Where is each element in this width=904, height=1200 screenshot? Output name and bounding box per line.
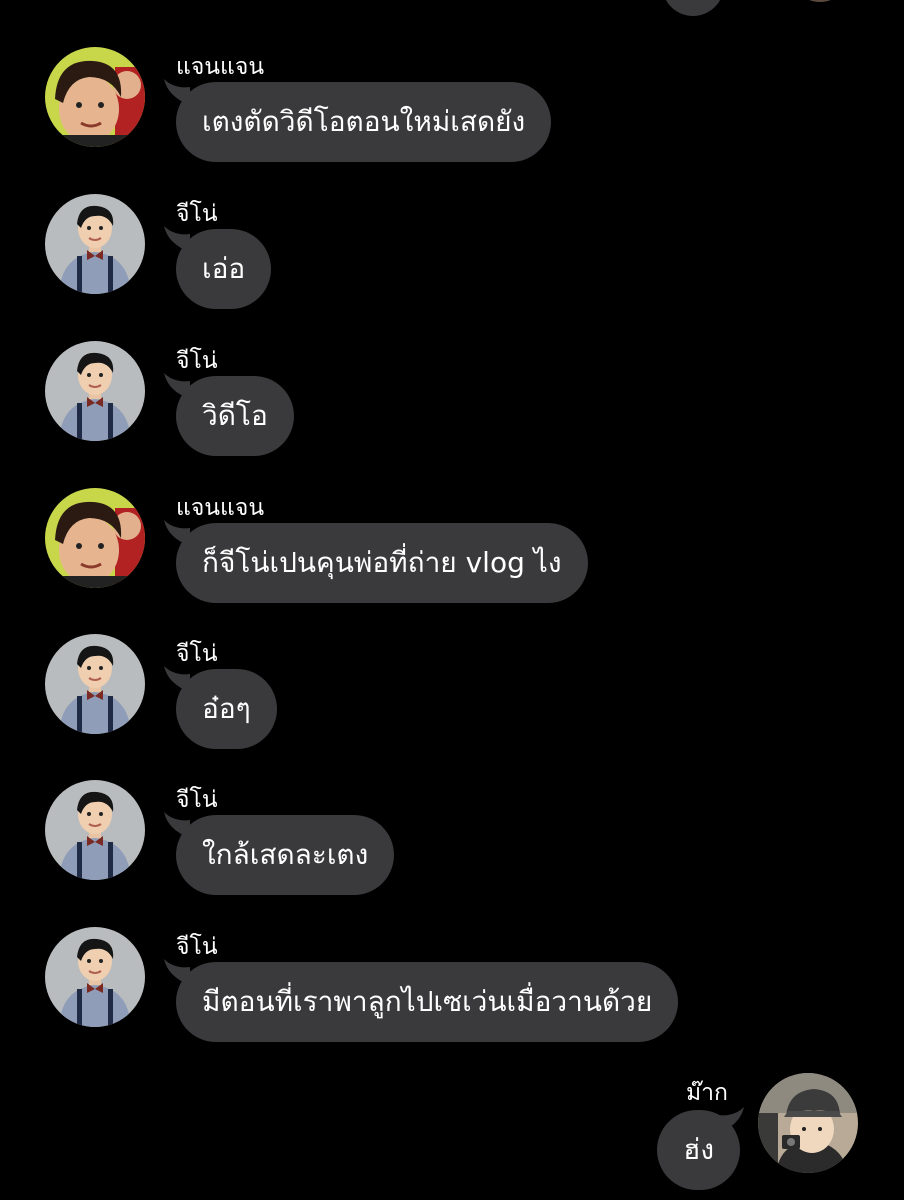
avatar-janjan[interactable] [45,47,145,147]
sender-name: จีโน่ [176,934,218,960]
avatar-gino[interactable] [45,927,145,1027]
avatar-janjan[interactable] [45,488,145,588]
avatar-gino[interactable] [45,780,145,880]
avatar-mark[interactable] [758,1073,858,1173]
sender-name: จีโน่ [176,348,218,374]
message-bubble[interactable]: วิดีโอ [176,376,294,456]
previous-message-avatar[interactable] [790,0,850,2]
sender-name: จีโน่ [176,201,218,227]
avatar-gino[interactable] [45,194,145,294]
sender-name: แจนแจน [176,54,265,80]
message-bubble[interactable]: มีตอนที่เราพาลูกไปเซเว่นเมื่อวานด้วย [176,962,679,1042]
message-bubble[interactable]: ใกล้เสดละเตง [176,815,395,895]
sender-name: จีโน่ [176,641,218,667]
message-bubble[interactable]: อ๋อๆ [176,669,277,749]
message-bubble[interactable]: ก็จีโน่เปนคุนพ่อที่ถ่าย vlog ไง [176,523,588,603]
avatar-gino[interactable] [45,341,145,441]
chat-thread: แจนแจน เตงตัดวิดีโอตอนใหม่เสดยัง จีโน่ เ… [0,0,904,1200]
previous-message-bubble[interactable] [662,0,724,16]
avatar-gino[interactable] [45,634,145,734]
sender-name: แจนแจน [176,495,265,521]
sender-name: จีโน่ [176,787,218,813]
sender-name: ม๊าก [685,1080,728,1106]
message-bubble[interactable]: เอ่อ [176,229,272,309]
message-bubble[interactable]: ฮ่ง [657,1110,740,1190]
message-bubble[interactable]: เตงตัดวิดีโอตอนใหม่เสดยัง [176,82,552,162]
